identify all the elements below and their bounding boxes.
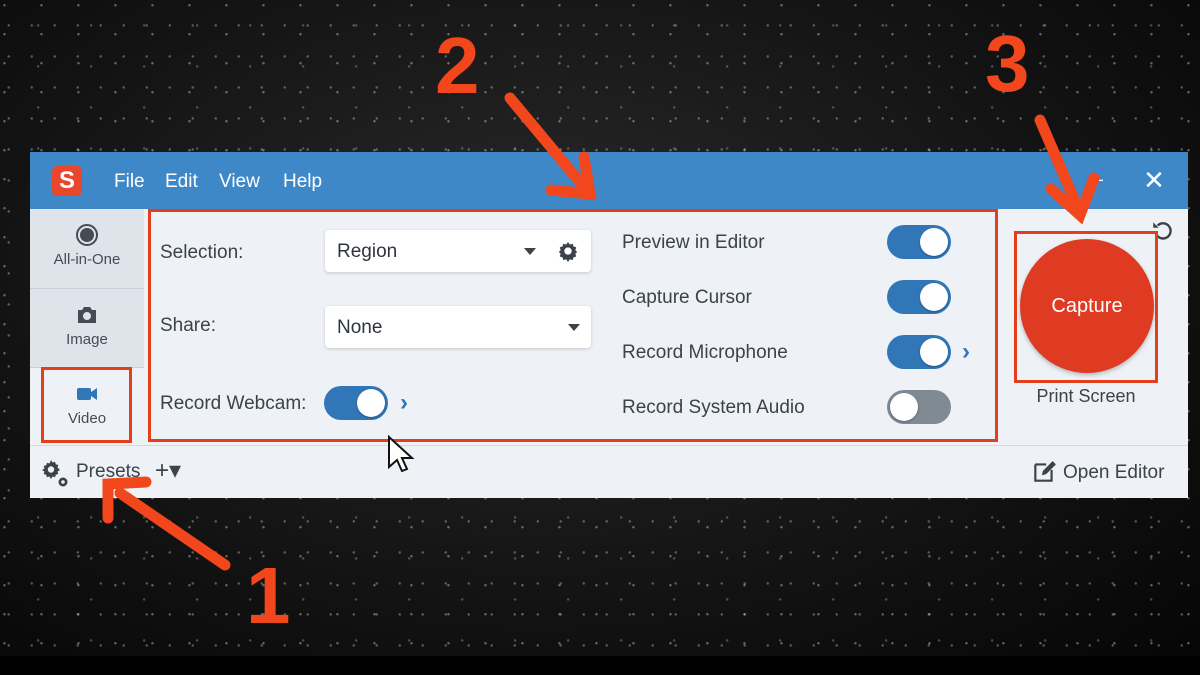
annotation-number-1: 1 (246, 551, 291, 640)
annotation-number-3: 3 (985, 19, 1030, 108)
annotation-number-2: 2 (435, 21, 480, 110)
